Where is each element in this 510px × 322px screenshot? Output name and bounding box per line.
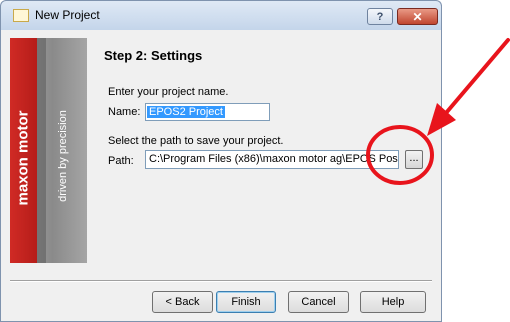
annotation-arrow-shaft (444, 38, 510, 115)
step-title: Step 2: Settings (104, 48, 203, 63)
name-label: Name: (108, 106, 141, 118)
banner-dark-strip (37, 38, 46, 263)
banner-tagline: driven by precision (57, 110, 69, 202)
browse-button[interactable]: ... (405, 150, 423, 169)
help-button[interactable]: Help (360, 291, 426, 313)
path-label: Path: (108, 155, 134, 167)
maxon-banner: maxon motor driven by precision (10, 38, 87, 263)
new-project-dialog: New Project ? ✕ maxon motor driven by pr… (0, 0, 442, 322)
title-bar: New Project ? ✕ (0, 0, 442, 30)
button-separator (10, 280, 432, 282)
banner-brand-text: maxon motor (14, 110, 32, 206)
back-button[interactable]: < Back (152, 291, 213, 313)
path-instruction: Select the path to save your project. (108, 135, 284, 147)
close-button[interactable]: ✕ (397, 8, 438, 25)
project-path-input[interactable]: C:\Program Files (x86)\maxon motor ag\EP… (145, 150, 399, 169)
project-name-value: EPOS2 Project (147, 106, 225, 118)
cancel-button[interactable]: Cancel (288, 291, 349, 313)
project-icon (13, 9, 29, 22)
name-instruction: Enter your project name. (108, 86, 229, 98)
project-name-input[interactable]: EPOS2 Project (145, 103, 270, 121)
help-title-button[interactable]: ? (367, 8, 393, 25)
finish-button[interactable]: Finish (216, 291, 276, 313)
window-title: New Project (35, 8, 100, 22)
